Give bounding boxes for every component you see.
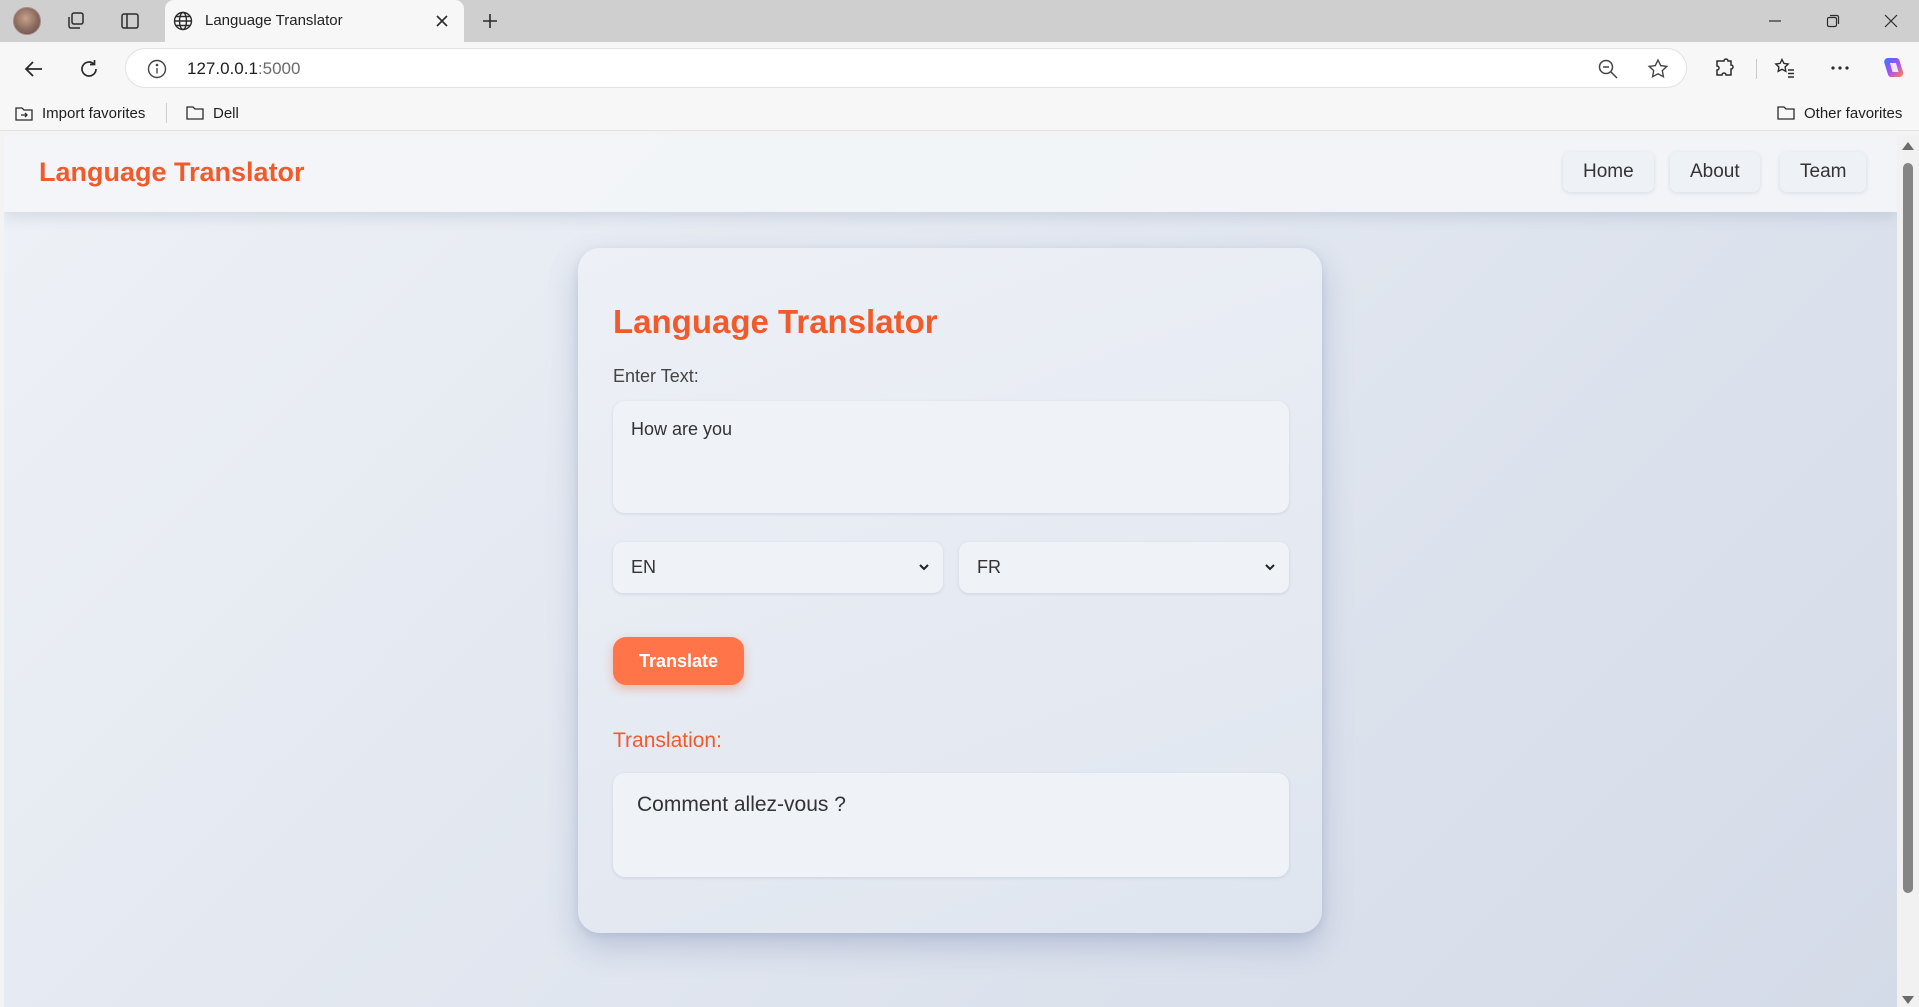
address-bar[interactable]: 127.0.0.1:5000 [125, 48, 1687, 88]
chevron-down-icon [919, 564, 929, 571]
url-port: :5000 [257, 59, 301, 78]
profile-avatar[interactable] [13, 7, 41, 35]
dell-folder-label: Dell [213, 104, 239, 122]
folder-icon [186, 106, 204, 120]
source-language-value: EN [631, 557, 657, 577]
favorites-bar: Import favorites Dell Other favorites [0, 94, 1919, 131]
target-language-select[interactable]: FR [959, 542, 1289, 593]
card-title: Language Translator [613, 303, 938, 340]
favorites-list-icon[interactable] [1769, 52, 1801, 84]
source-language-select[interactable]: EN [613, 542, 943, 593]
page-scrollbar[interactable] [1897, 135, 1919, 1007]
minimize-icon[interactable] [1747, 0, 1803, 42]
target-language-value: FR [977, 557, 1001, 577]
zoom-out-icon[interactable] [1596, 57, 1620, 81]
other-favorites-label: Other favorites [1804, 104, 1903, 122]
favorite-star-icon[interactable] [1646, 57, 1670, 81]
more-options-icon[interactable] [1824, 52, 1856, 84]
text-input[interactable]: How are you [613, 401, 1289, 513]
site-header: Language Translator Home About Team [4, 135, 1897, 212]
import-favorites-icon [15, 107, 33, 121]
import-favorites-link[interactable]: Import favorites [14, 101, 145, 125]
refresh-icon[interactable] [73, 53, 105, 85]
translation-label: Translation: [613, 729, 722, 752]
close-window-icon[interactable] [1863, 0, 1919, 42]
nav-team[interactable]: Team [1780, 152, 1867, 192]
url-text: 127.0.0.1:5000 [187, 59, 300, 79]
toolbar-separator [1756, 59, 1757, 79]
browser-toolbar: 127.0.0.1:5000 [0, 42, 1919, 94]
browser-tab-bar: Language Translator [0, 0, 1919, 42]
favorites-separator [166, 103, 167, 123]
nav-home[interactable]: Home [1563, 152, 1654, 192]
globe-icon [172, 10, 194, 32]
scroll-thumb[interactable] [1903, 163, 1913, 893]
close-tab-icon[interactable] [430, 9, 454, 33]
input-label: Enter Text: [613, 366, 699, 386]
workspaces-icon[interactable] [61, 6, 91, 36]
page-viewport: Language Translator Home About Team Lang… [4, 135, 1897, 1007]
extensions-icon[interactable] [1708, 52, 1740, 84]
site-brand[interactable]: Language Translator [39, 157, 305, 188]
import-favorites-label: Import favorites [42, 104, 146, 122]
dell-folder-link[interactable]: Dell [185, 101, 239, 125]
folder-icon [1777, 106, 1795, 120]
translation-text: Comment allez-vous ? [637, 793, 846, 816]
site-info-icon[interactable] [146, 58, 168, 80]
restore-icon[interactable] [1805, 0, 1861, 42]
active-tab[interactable]: Language Translator [165, 0, 464, 42]
translation-output: Comment allez-vous ? [613, 773, 1289, 877]
scroll-up-icon[interactable] [1902, 142, 1914, 150]
chevron-down-icon [1265, 564, 1275, 571]
new-tab-icon[interactable] [475, 6, 505, 36]
scroll-down-icon[interactable] [1902, 996, 1914, 1004]
tab-title: Language Translator [205, 12, 343, 29]
translator-card: Language Translator Enter Text: How are … [578, 248, 1322, 933]
vertical-tabs-icon[interactable] [115, 6, 145, 36]
url-host: 127.0.0.1 [187, 59, 258, 78]
nav-about[interactable]: About [1670, 152, 1760, 192]
other-favorites-link[interactable]: Other favorites [1776, 101, 1902, 125]
input-value: How are you [631, 419, 733, 439]
copilot-icon[interactable] [1877, 52, 1909, 84]
translate-button[interactable]: Translate [613, 637, 744, 685]
back-icon[interactable] [18, 53, 50, 85]
